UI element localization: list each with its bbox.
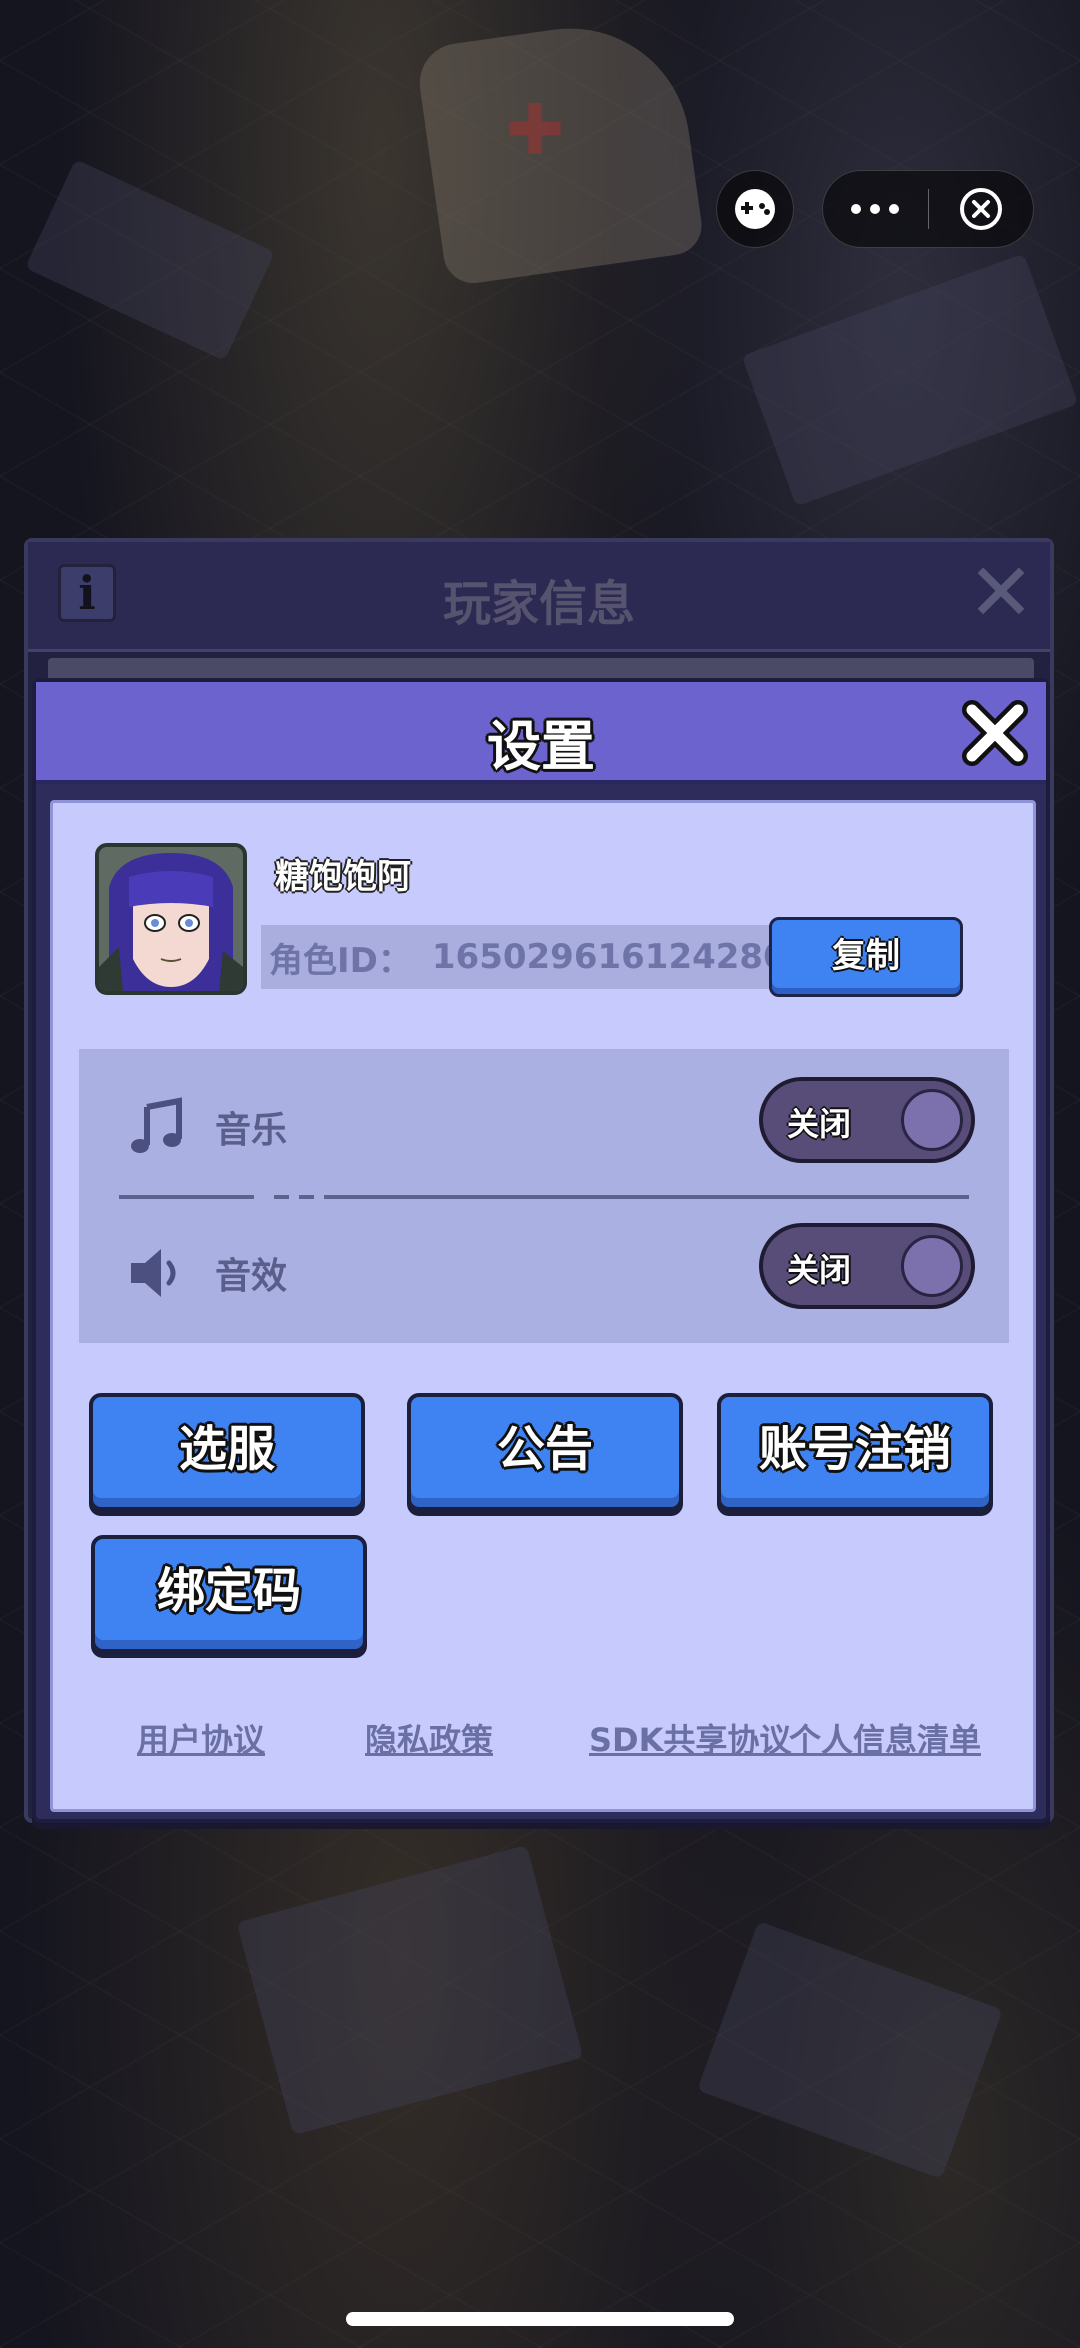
personal-info-list-link[interactable]: 个人信息清单 [789, 1715, 981, 1761]
music-toggle-state: 关闭 [787, 1105, 852, 1143]
account-cancel-button[interactable]: 账号注销 [717, 1393, 993, 1511]
sound-effect-label: 音效 [215, 1256, 288, 1297]
close-miniprogram-button[interactable] [929, 170, 1034, 248]
audio-divider [119, 1195, 969, 1199]
music-toggle[interactable]: 关闭 [759, 1077, 975, 1163]
player-info-title: 玩家信息 [442, 576, 635, 632]
sound-effect-row: 音效 关闭 [79, 1215, 1009, 1325]
background-building [236, 1844, 584, 2136]
sdk-sharing-link[interactable]: SDK共享协议 [589, 1715, 791, 1761]
game-center-button[interactable] [716, 170, 794, 248]
more-dots-icon [851, 204, 862, 214]
avatar-portrait [99, 847, 243, 991]
settings-close-button[interactable] [958, 696, 1032, 770]
background-building [697, 1920, 1003, 2180]
sound-effect-toggle[interactable]: 关闭 [759, 1223, 975, 1309]
gamepad-icon [735, 189, 775, 229]
player-info-close-button[interactable]: ✕ [966, 553, 1036, 633]
player-nickname: 糖饱饱阿 [275, 857, 411, 897]
settings-title: 设置 [487, 715, 595, 778]
copy-role-id-button[interactable]: 复制 [769, 917, 963, 997]
background-building [741, 253, 1079, 507]
settings-dialog: 设置 糖饱饱阿 角色ID： 165029616124280 复制 音乐 关闭 音… [32, 678, 1050, 1823]
music-label: 音乐 [215, 1110, 288, 1151]
user-agreement-link[interactable]: 用户协议 [137, 1715, 265, 1761]
close-x-icon [962, 700, 1028, 766]
sound-effect-toggle-knob [901, 1235, 963, 1297]
background-building [24, 159, 276, 361]
settings-body: 糖饱饱阿 角色ID： 165029616124280 复制 音乐 关闭 音效 关… [50, 800, 1036, 1812]
privacy-policy-link[interactable]: 隐私政策 [365, 1715, 493, 1761]
role-id-label: 角色ID： [269, 940, 412, 981]
home-indicator[interactable] [346, 2312, 734, 2326]
audio-settings-panel: 音乐 关闭 音效 关闭 [79, 1049, 1009, 1343]
server-select-button[interactable]: 选服 [89, 1393, 365, 1511]
music-note-icon [131, 1097, 182, 1153]
music-toggle-knob [901, 1089, 963, 1151]
capsule-menu [822, 170, 1034, 248]
sound-effect-toggle-state: 关闭 [787, 1251, 852, 1289]
music-row: 音乐 关闭 [79, 1069, 1009, 1179]
settings-header: 设置 [36, 682, 1046, 784]
notice-button[interactable]: 公告 [407, 1393, 683, 1511]
bind-code-button[interactable]: 绑定码 [91, 1535, 367, 1653]
background-medical-cross: ✚ [505, 89, 565, 171]
player-info-header: i 玩家信息 ✕ [28, 542, 1050, 652]
role-id-value: 165029616124280 [431, 937, 771, 977]
role-id-field: 角色ID： 165029616124280 [261, 925, 771, 989]
more-button[interactable] [823, 170, 928, 248]
speaker-icon [131, 1249, 176, 1297]
close-circle-icon [959, 188, 1002, 230]
avatar [95, 843, 247, 995]
